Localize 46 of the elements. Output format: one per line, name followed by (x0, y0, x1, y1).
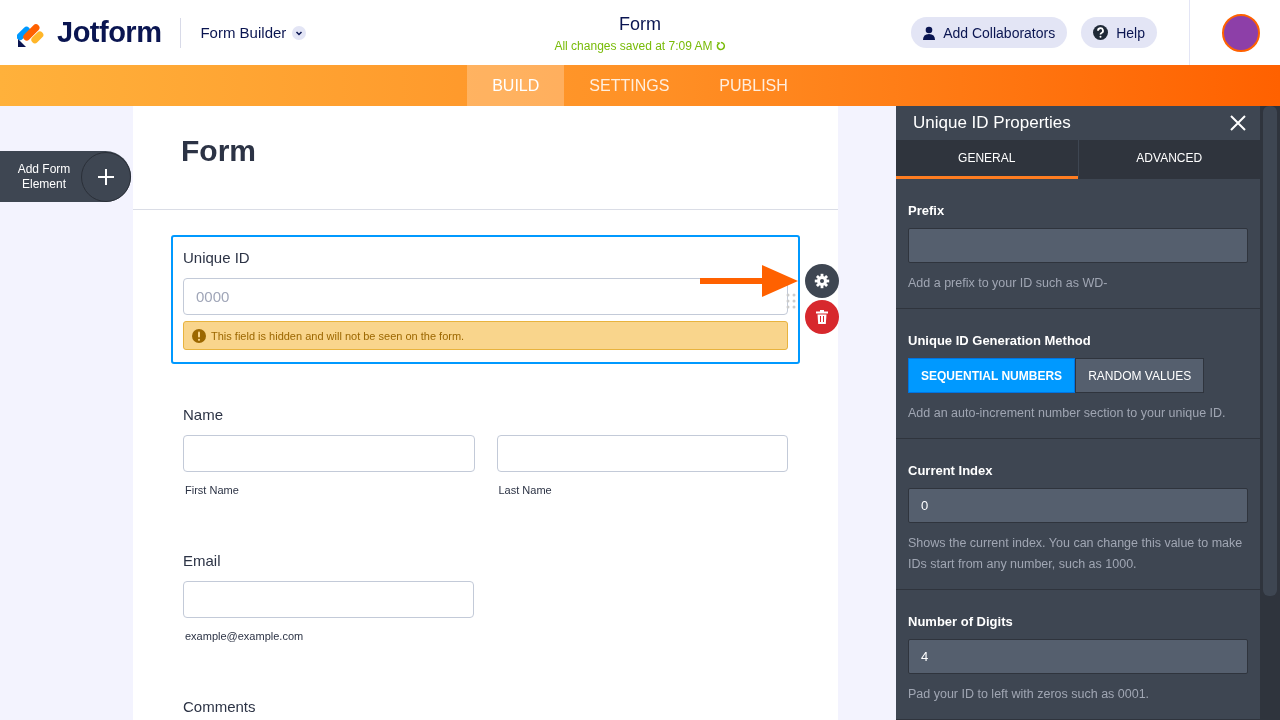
settings-button[interactable] (805, 264, 839, 298)
scrollbar-thumb[interactable] (1263, 106, 1277, 596)
chevron-down-icon (292, 25, 307, 40)
help-text: Shows the current index. You can change this value to make IDs start from any number, such as 1000. (908, 535, 1244, 573)
input-field[interactable]: 4 (908, 639, 1248, 674)
help-text: Add an auto-increment number section to your unique ID. (908, 405, 1227, 422)
field-label: Email (183, 552, 222, 569)
field-label: Name (183, 406, 224, 423)
delete-button[interactable] (805, 300, 839, 334)
field-label: Comments (183, 698, 257, 715)
property-label: Number of Digits (908, 614, 1014, 629)
save-status: All changes saved at 7:09 AM (554, 39, 726, 53)
property-label: Unique ID Generation Method (908, 333, 1092, 348)
drag-handle-icon[interactable] (786, 293, 796, 309)
sublabel: Last Name (497, 484, 553, 496)
help-button[interactable]: Help (1081, 17, 1157, 48)
form-field[interactable]: Comments (171, 684, 800, 720)
close-button[interactable] (1230, 115, 1246, 132)
property-label: Prefix (908, 203, 946, 218)
help-text: Pad your ID to left with zeros such as 0001. (908, 686, 1151, 703)
person-icon (923, 25, 936, 40)
help-icon (1093, 25, 1109, 40)
input-field[interactable] (908, 228, 1248, 263)
add-collaborators-button[interactable]: Add Collaborators (911, 17, 1068, 48)
settings-icon (814, 273, 830, 289)
warning-icon (192, 328, 206, 343)
close-icon (1230, 115, 1246, 132)
avatar[interactable] (1222, 13, 1260, 52)
form-field[interactable]: Email example@example.com (171, 538, 800, 656)
sublabel: example@example.com (184, 630, 305, 642)
sublabel: First Name (184, 484, 240, 496)
panel-tab[interactable]: GENERAL (896, 140, 1078, 179)
logo-text[interactable]: Jotform (57, 16, 162, 49)
trash-icon (816, 310, 828, 324)
product-dropdown[interactable]: Form Builder (200, 24, 307, 41)
add-form-element-button[interactable]: Add Form Element (0, 151, 131, 202)
form-heading[interactable]: Form (133, 106, 838, 210)
property-label: Current Index (908, 463, 994, 478)
panel-title: Unique ID Properties (913, 113, 1071, 134)
input-field[interactable]: 0 (908, 488, 1248, 523)
form-title[interactable]: Form (619, 14, 661, 35)
help-text: Add a prefix to your ID such as WD- (908, 275, 1109, 292)
field-label: Unique ID (183, 249, 251, 266)
hidden-field-notice: This field is hidden and will not be seen on the form. (183, 321, 788, 350)
option-button[interactable]: RANDOM VALUES (1075, 358, 1205, 393)
refresh-icon (715, 41, 726, 51)
